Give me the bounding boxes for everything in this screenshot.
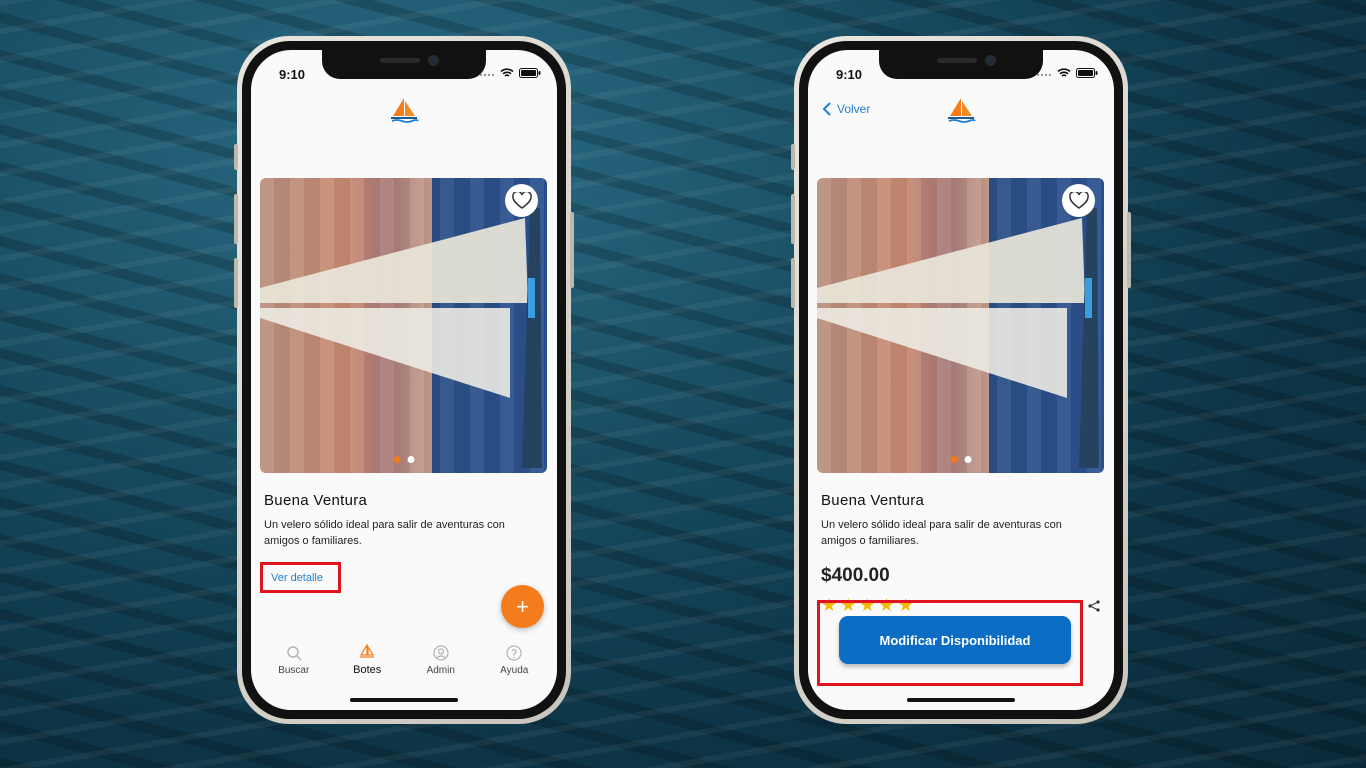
tab-admin[interactable]: Admin bbox=[411, 645, 471, 676]
favorite-button[interactable] bbox=[1062, 184, 1095, 217]
sailboat-logo-icon bbox=[391, 98, 419, 123]
heart-icon bbox=[511, 191, 532, 209]
tab-bar: Buscar Botes Admin Ayuda bbox=[251, 644, 557, 676]
battery-icon bbox=[519, 68, 541, 78]
battery-icon bbox=[1076, 68, 1098, 78]
screen: 9:10 Buena Ventura Un velero sólido idea… bbox=[251, 50, 557, 710]
tab-label: Ayuda bbox=[500, 665, 529, 676]
phone-bezel: 9:10 Buena Ventura Un velero sólido idea… bbox=[242, 41, 566, 719]
user-icon bbox=[433, 645, 449, 661]
screen: 9:10 Volver Buena Ventura Un velero sóli… bbox=[808, 50, 1114, 710]
side-button bbox=[791, 194, 795, 244]
help-icon bbox=[506, 645, 522, 661]
status-icons bbox=[479, 68, 541, 78]
sailboat-photo bbox=[817, 208, 1099, 468]
tab-label: Buscar bbox=[278, 665, 310, 676]
side-button bbox=[791, 144, 795, 170]
search-icon bbox=[287, 646, 302, 661]
side-button bbox=[234, 194, 238, 244]
notch bbox=[879, 50, 1043, 79]
sailboat-photo bbox=[260, 208, 542, 468]
side-button bbox=[234, 258, 238, 308]
home-indicator bbox=[350, 698, 458, 702]
boat-title: Buena Ventura bbox=[264, 492, 368, 509]
add-button[interactable]: + bbox=[501, 585, 544, 628]
wifi-icon bbox=[1057, 68, 1071, 77]
modify-availability-button[interactable]: Modificar Disponibilidad bbox=[839, 616, 1071, 664]
carousel-dot[interactable] bbox=[407, 456, 414, 463]
phone-left: 9:10 Buena Ventura Un velero sólido idea… bbox=[234, 36, 574, 724]
side-button bbox=[791, 258, 795, 308]
chevron-left-icon bbox=[822, 102, 831, 116]
tab-botes[interactable]: Botes bbox=[337, 644, 397, 676]
ver-detalle-link[interactable]: Ver detalle bbox=[260, 562, 341, 593]
back-button[interactable]: Volver bbox=[822, 102, 870, 116]
tab-buscar[interactable]: Buscar bbox=[264, 645, 324, 676]
sailboat-icon bbox=[360, 644, 375, 658]
favorite-button[interactable] bbox=[505, 184, 538, 217]
boat-image-carousel[interactable] bbox=[260, 178, 547, 473]
tab-label: Admin bbox=[426, 665, 455, 676]
tab-label: Botes bbox=[353, 664, 382, 676]
wifi-icon bbox=[500, 68, 514, 77]
carousel-dot-active[interactable] bbox=[393, 456, 400, 463]
status-icons bbox=[1036, 68, 1098, 78]
heart-icon bbox=[1068, 191, 1089, 209]
side-button bbox=[1127, 212, 1131, 288]
boat-description: Un velero sólido ideal para salir de ave… bbox=[821, 519, 1062, 547]
tab-ayuda[interactable]: Ayuda bbox=[484, 645, 544, 676]
home-indicator bbox=[907, 698, 1015, 702]
phone-right: 9:10 Volver Buena Ventura Un velero sóli… bbox=[791, 36, 1131, 724]
carousel-dots bbox=[393, 456, 414, 463]
side-button bbox=[234, 144, 238, 170]
phone-bezel: 9:10 Volver Buena Ventura Un velero sóli… bbox=[799, 41, 1123, 719]
carousel-dot[interactable] bbox=[964, 456, 971, 463]
boat-title: Buena Ventura bbox=[821, 492, 925, 509]
signal-icon bbox=[479, 73, 495, 77]
carousel-dot-active[interactable] bbox=[950, 456, 957, 463]
status-time: 9:10 bbox=[836, 67, 863, 82]
notch bbox=[322, 50, 486, 79]
carousel-dots bbox=[950, 456, 971, 463]
boat-price: $400.00 bbox=[821, 565, 890, 586]
back-label: Volver bbox=[837, 102, 871, 116]
sailboat-logo-icon bbox=[948, 98, 976, 123]
status-time: 9:10 bbox=[279, 67, 306, 82]
signal-icon bbox=[1036, 73, 1052, 77]
boat-image-carousel[interactable] bbox=[817, 178, 1104, 473]
share-icon[interactable] bbox=[1088, 600, 1100, 612]
boat-description: Un velero sólido ideal para salir de ave… bbox=[264, 519, 505, 547]
side-button bbox=[570, 212, 574, 288]
